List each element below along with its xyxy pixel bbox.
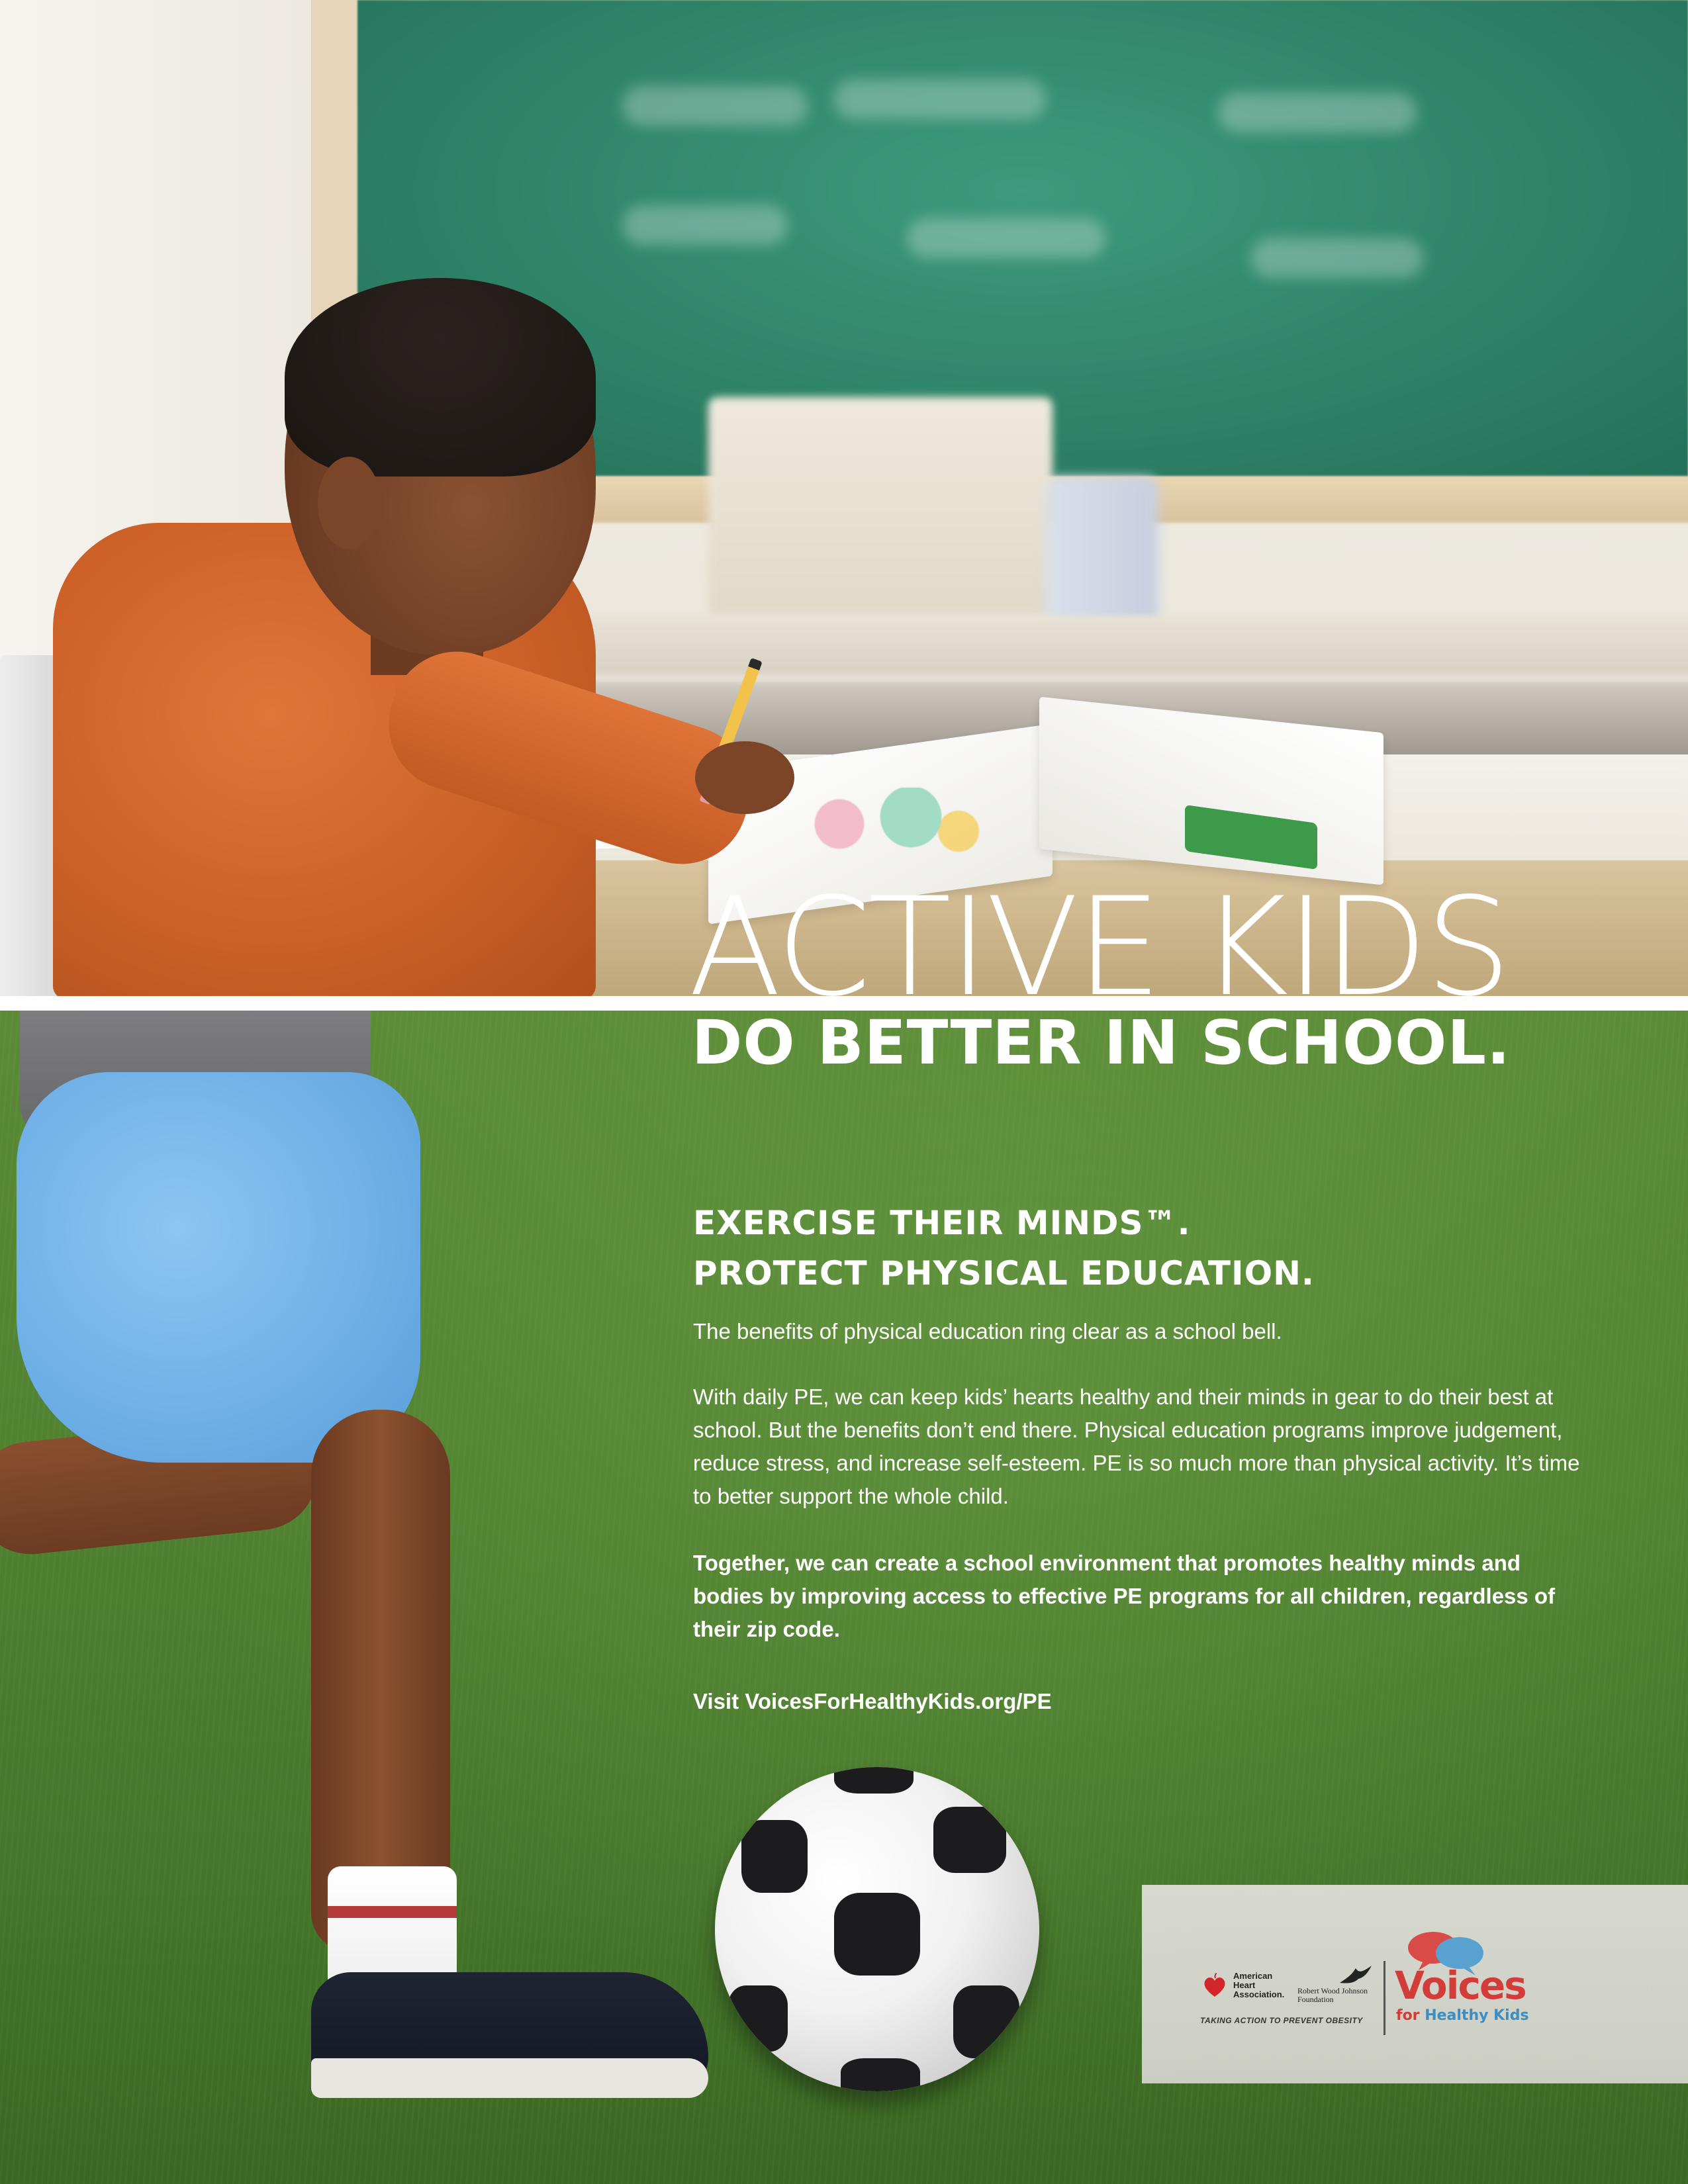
open-book: [708, 696, 1383, 925]
rwj-name-line: Foundation: [1297, 1995, 1334, 2004]
website-link[interactable]: Visit VoicesForHealthyKids.org/PE: [693, 1685, 1593, 1718]
ball-patch: [953, 1985, 1019, 2058]
soccer-ball: [715, 1767, 1039, 2091]
boy-hand: [695, 741, 794, 814]
classroom-photo: [0, 0, 1688, 999]
subheading-line: EXERCISE THEIR MINDS™.: [693, 1204, 1191, 1242]
background-desk: [543, 615, 1688, 675]
subheading-line: PROTECT PHYSICAL EDUCATION.: [693, 1254, 1315, 1293]
aha-name-line: Association.: [1233, 1989, 1285, 1999]
voices-wordmark: Voices: [1395, 1963, 1527, 2008]
chalk-scribble: [622, 86, 808, 126]
chalk-scribble: [622, 205, 788, 245]
book-illustration: [768, 788, 1006, 860]
sneaker-sole: [311, 2058, 708, 2098]
ball-patch: [933, 1807, 1006, 1873]
intro-text: The benefits of physical education ring …: [693, 1319, 1282, 1343]
body-paragraph: With daily PE, we can keep kids’ hearts …: [693, 1385, 1580, 1508]
sock-stripe: [328, 1906, 457, 1918]
ball-patch: [834, 1767, 914, 1794]
aha-name-line: American: [1233, 1971, 1273, 1981]
call-to-action-paragraph: Together, we can create a school environ…: [693, 1551, 1556, 1641]
logo-divider: [1383, 1961, 1385, 2035]
background-monitor: [708, 397, 1053, 615]
boy-hair: [285, 278, 596, 477]
subheading: EXERCISE THEIR MINDS™. PROTECT PHYSICAL …: [693, 1198, 1620, 1298]
headline-subtitle: DO BETTER IN SCHOOL.: [692, 1007, 1511, 1078]
eagle-icon: [1340, 1966, 1372, 1983]
chalk-scribble: [834, 79, 1046, 119]
headline: ACTIVE KIDS: [688, 869, 1511, 1026]
book-right-page: [1039, 696, 1383, 886]
aha-name-line: Heart: [1233, 1980, 1256, 1990]
chalk-scribble: [907, 218, 1105, 258]
logo-tagline: TAKING ACTION TO PREVENT OBESITY: [1200, 2016, 1363, 2025]
partner-logos: American Heart Association. Robert Wood …: [1142, 1885, 1688, 2083]
rwj-foundation-logo[interactable]: Robert Wood Johnson Foundation: [1291, 1963, 1390, 2009]
background-pencil-cup: [1046, 477, 1158, 629]
boy-ear: [318, 457, 381, 549]
ball-patch: [728, 1985, 788, 2052]
voices-for-text: for: [1396, 2007, 1425, 2024]
ball-patch: [834, 1893, 920, 1976]
poster: ACTIVE KIDS DO BETTER IN SCHOOL. EXERCIS…: [0, 0, 1688, 2184]
heart-torch-icon: [1204, 1973, 1225, 1997]
chalk-scribble: [1251, 238, 1423, 278]
chalk-scribble: [1218, 93, 1417, 132]
ball-patch: [741, 1820, 808, 1893]
voices-for-healthy-kids-logo[interactable]: Voices for Healthy Kids: [1395, 1928, 1580, 2034]
boy-shorts: [17, 1072, 420, 1463]
voices-healthy-kids-text: Healthy Kids: [1425, 2007, 1529, 2024]
ball-patch: [841, 2058, 920, 2091]
